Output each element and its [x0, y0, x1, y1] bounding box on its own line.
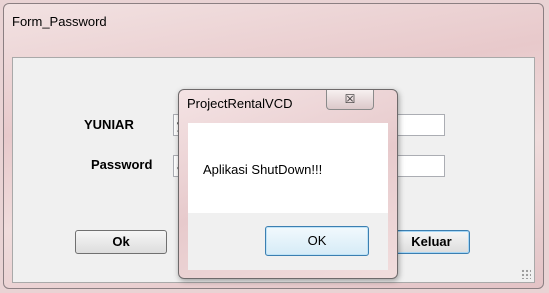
exit-button[interactable]: Keluar	[393, 230, 470, 254]
message-box-title: ProjectRentalVCD	[187, 96, 293, 111]
message-text: Aplikasi ShutDown!!!	[203, 162, 323, 177]
message-ok-button[interactable]: OK	[265, 226, 369, 256]
window-title: Form_Password	[12, 14, 107, 29]
title-bar[interactable]: Form_Password	[4, 4, 543, 56]
ok-button[interactable]: Ok	[75, 230, 167, 254]
resize-grip-icon[interactable]	[521, 269, 531, 279]
password-label: Password	[91, 157, 153, 172]
username-label: YUNIAR	[84, 117, 134, 132]
close-icon[interactable]: ☒	[326, 90, 374, 110]
